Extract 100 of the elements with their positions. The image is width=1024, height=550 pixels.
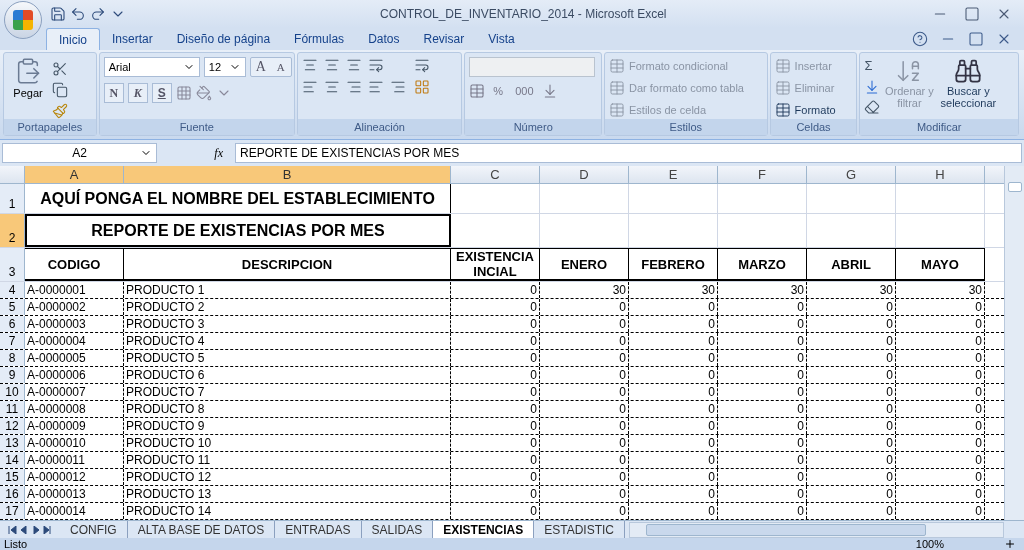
- row-header[interactable]: 6: [0, 316, 25, 332]
- command-label: Formato: [794, 102, 836, 118]
- paste-button[interactable]: Pegar: [8, 57, 48, 119]
- office-button-icon[interactable]: [4, 1, 42, 39]
- restore-icon[interactable]: [968, 31, 984, 47]
- save-icon[interactable]: [50, 6, 66, 22]
- table-cell: PRODUCTO 7: [124, 384, 451, 400]
- help-icon[interactable]: [912, 31, 928, 47]
- zoom-in-icon[interactable]: [1004, 538, 1016, 550]
- vertical-scrollbar[interactable]: [1004, 166, 1024, 520]
- table-cell: 30: [896, 282, 985, 298]
- row-header[interactable]: 2: [0, 214, 25, 247]
- table-icon: [609, 58, 625, 74]
- column-header[interactable]: E: [629, 166, 718, 183]
- table-cell: A-0000013: [25, 486, 124, 502]
- title-cell: AQUÍ PONGA EL NOMBRE DEL ESTABLECIMIENTO: [25, 184, 451, 213]
- column-header[interactable]: H: [896, 166, 985, 183]
- ribbon-tab[interactable]: Diseño de página: [164, 28, 283, 50]
- cut-icon[interactable]: [52, 61, 68, 77]
- table-cell: 0: [451, 299, 540, 315]
- row-header[interactable]: 4: [0, 282, 25, 298]
- sheet-tab[interactable]: EXISTENCIAS: [433, 521, 535, 538]
- row-header[interactable]: 15: [0, 469, 25, 485]
- table-cell: 0: [540, 350, 629, 366]
- table-cell: 0: [718, 503, 807, 519]
- align-left-icon[interactable]: [301, 79, 318, 95]
- maximize-icon[interactable]: [964, 6, 980, 22]
- column-header[interactable]: F: [718, 166, 807, 183]
- wrap-text-icon[interactable]: [413, 57, 430, 73]
- row-header[interactable]: 7: [0, 333, 25, 349]
- align-top-icon[interactable]: [301, 57, 318, 73]
- column-header[interactable]: A: [25, 166, 124, 183]
- align-center-icon[interactable]: [323, 79, 340, 95]
- status-text: Listo: [4, 538, 28, 550]
- undo-icon[interactable]: [70, 6, 86, 22]
- table-cell: PRODUCTO 9: [124, 418, 451, 434]
- table-cell: PRODUCTO 14: [124, 503, 451, 519]
- row-header[interactable]: 8: [0, 350, 25, 366]
- copy-icon[interactable]: [52, 82, 68, 98]
- row-header[interactable]: 11: [0, 401, 25, 417]
- fill-color-icon[interactable]: [195, 85, 212, 101]
- find-select-button[interactable]: Buscar y seleccionar: [938, 57, 999, 119]
- table-cell: 0: [629, 418, 718, 434]
- table-cell: 0: [807, 418, 896, 434]
- cells-command[interactable]: Formato: [774, 101, 836, 119]
- shrink-font-button[interactable]: A: [270, 58, 291, 76]
- column-header[interactable]: C: [451, 166, 540, 183]
- table-cell: 0: [718, 418, 807, 434]
- font-size-field[interactable]: 12: [203, 57, 246, 77]
- number-format-field[interactable]: [469, 57, 596, 77]
- underline-button[interactable]: S: [151, 83, 172, 103]
- bold-button[interactable]: N: [103, 83, 124, 103]
- row-header[interactable]: 17: [0, 503, 25, 519]
- table-cell: 0: [629, 401, 718, 417]
- align-middle-icon[interactable]: [323, 57, 340, 73]
- table-cell: 0: [718, 316, 807, 332]
- format-painter-icon[interactable]: [52, 103, 68, 119]
- function-button[interactable]: fx: [161, 144, 231, 162]
- row-header[interactable]: 10: [0, 384, 25, 400]
- name-box[interactable]: A2: [2, 143, 157, 163]
- row-header[interactable]: 12: [0, 418, 25, 434]
- ribbon-tab[interactable]: Revisar: [411, 28, 477, 50]
- italic-button[interactable]: K: [127, 83, 148, 103]
- ribbon-tab[interactable]: Datos: [356, 28, 412, 50]
- redo-icon[interactable]: [90, 6, 106, 22]
- row-header[interactable]: 14: [0, 452, 25, 468]
- ribbon-tab[interactable]: Inicio: [46, 28, 100, 50]
- table-cell: 0: [540, 333, 629, 349]
- table-cell: 0: [540, 435, 629, 451]
- grow-font-button[interactable]: A: [250, 58, 271, 76]
- thousands-button[interactable]: 000: [511, 83, 538, 100]
- header-cell: MAYO: [896, 248, 985, 281]
- row-header[interactable]: 9: [0, 367, 25, 383]
- percent-button[interactable]: %: [489, 83, 508, 100]
- align-right-icon[interactable]: [345, 79, 362, 95]
- font-name-field[interactable]: Arial: [103, 57, 200, 77]
- column-header[interactable]: B: [124, 166, 451, 183]
- table-cell: PRODUCTO 1: [124, 282, 451, 298]
- row-header[interactable]: 5: [0, 299, 25, 315]
- ribbon-tab[interactable]: Insertar: [100, 28, 165, 50]
- column-header[interactable]: D: [540, 166, 629, 183]
- row-header[interactable]: 16: [0, 486, 25, 502]
- horizontal-scrollbar[interactable]: [629, 521, 1004, 538]
- table-cell: 0: [807, 299, 896, 315]
- formula-field[interactable]: REPORTE DE EXISTENCIAS POR MES: [235, 143, 1022, 163]
- group-label: Estilos: [605, 119, 767, 135]
- row-header[interactable]: 13: [0, 435, 25, 451]
- row-header[interactable]: 3: [0, 248, 25, 281]
- table-cell: 0: [540, 367, 629, 383]
- table-cell: PRODUCTO 11: [124, 452, 451, 468]
- table-cell: 0: [807, 333, 896, 349]
- eraser-icon[interactable]: [864, 99, 881, 115]
- sum-button[interactable]: Σ: [864, 57, 881, 75]
- align-bottom-icon[interactable]: [345, 57, 362, 73]
- row-header[interactable]: 1: [0, 184, 25, 213]
- column-header[interactable]: G: [807, 166, 896, 183]
- ribbon-tab[interactable]: Vista: [476, 28, 527, 50]
- ribbon-tab[interactable]: Fórmulas: [282, 28, 357, 50]
- table-cell: 0: [896, 384, 985, 400]
- borders-icon[interactable]: [175, 85, 192, 101]
